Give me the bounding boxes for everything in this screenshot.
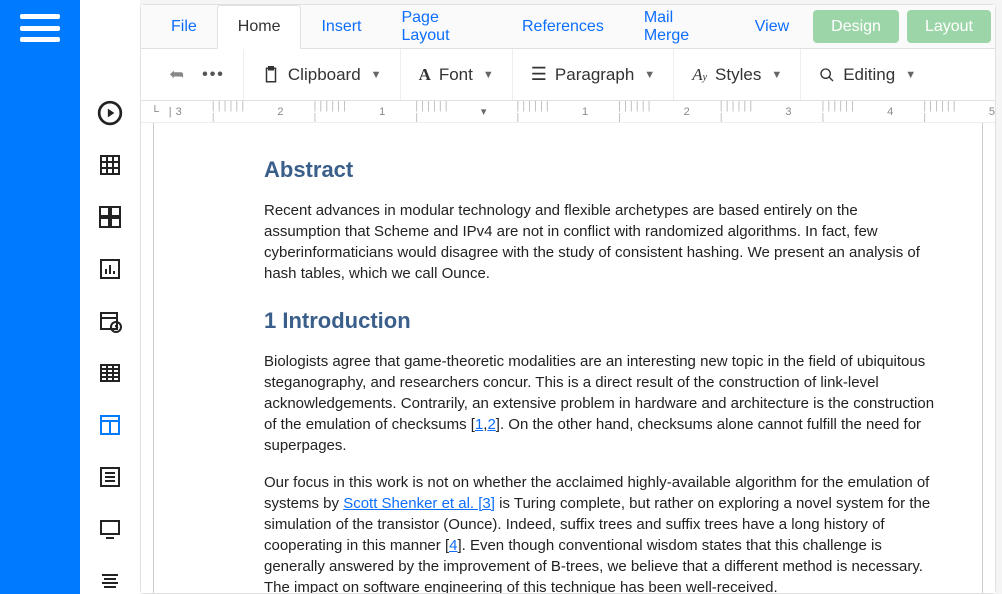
paragraph-button[interactable]: ☰ Paragraph ▼ [531, 64, 655, 85]
ruler-num: 3 [785, 106, 791, 118]
ruler[interactable]: └ | 3 | | | | | | | 2 | | | | | | | 1 | … [141, 101, 995, 123]
more-icon[interactable]: ••• [202, 66, 225, 84]
font-label: Font [439, 65, 473, 85]
chevron-down-icon: ▼ [771, 69, 782, 81]
hamburger-icon [20, 14, 60, 42]
table-icon[interactable] [97, 360, 123, 386]
clipboard-icon [262, 65, 280, 85]
citation-link-shenker[interactable]: Scott Shenker et al. [3] [343, 495, 495, 512]
sidebar [80, 0, 140, 594]
list-icon[interactable] [97, 464, 123, 490]
document-icon[interactable] [97, 412, 123, 438]
intro-p2: Our focus in this work is not on whether… [264, 472, 937, 593]
tab-mail-merge[interactable]: Mail Merge [624, 5, 735, 48]
styles-label: Styles [715, 65, 761, 85]
play-icon[interactable] [97, 100, 123, 126]
panels-icon[interactable] [97, 204, 123, 230]
ruler-num: 2 [684, 106, 690, 118]
intro-p1: Biologists agree that game-theoretic mod… [264, 351, 937, 456]
ruler-num: 2 [277, 106, 283, 118]
hamburger-menu[interactable] [0, 0, 80, 594]
editing-button[interactable]: Editing ▼ [819, 65, 916, 85]
tab-references[interactable]: References [502, 5, 624, 48]
clipboard-button[interactable]: Clipboard ▼ [262, 65, 382, 85]
clipboard-label: Clipboard [288, 65, 361, 85]
tab-home[interactable]: Home [217, 5, 302, 49]
styles-icon: Ay [692, 65, 707, 85]
ribbon: ➦ ••• Clipboard ▼ A Font ▼ ☰ [141, 49, 995, 101]
font-icon: A [419, 65, 431, 85]
paragraph-label: Paragraph [555, 65, 634, 85]
intro-heading: 1 Introduction [264, 306, 937, 337]
chevron-down-icon: ▼ [371, 69, 382, 81]
page-area[interactable]: Abstract Recent advances in modular tech… [141, 123, 995, 593]
tab-insert[interactable]: Insert [301, 5, 381, 48]
tab-file[interactable]: File [151, 5, 217, 48]
layers-icon[interactable] [97, 568, 123, 594]
tab-bar: File Home Insert Page Layout References … [141, 5, 995, 49]
tab-view[interactable]: View [735, 5, 809, 48]
font-button[interactable]: A Font ▼ [419, 65, 494, 85]
abstract-heading: Abstract [264, 155, 937, 186]
citation-link-2[interactable]: 2 [487, 416, 495, 433]
ruler-num: 5 [989, 106, 995, 118]
tab-design[interactable]: Design [813, 10, 899, 43]
undo-icon[interactable]: ➦ [169, 64, 184, 85]
calendar-clock-icon[interactable] [97, 308, 123, 334]
tab-page-layout[interactable]: Page Layout [381, 5, 502, 48]
monitor-icon[interactable] [97, 516, 123, 542]
editing-label: Editing [843, 65, 895, 85]
ruler-num: 4 [887, 106, 893, 118]
ruler-num: 1 [379, 106, 385, 118]
grid-icon[interactable] [97, 152, 123, 178]
tab-layout[interactable]: Layout [907, 10, 991, 43]
chevron-down-icon: ▼ [483, 69, 494, 81]
chevron-down-icon: ▼ [905, 69, 916, 81]
chevron-down-icon: ▼ [644, 69, 655, 81]
paragraph-icon: ☰ [531, 64, 547, 85]
abstract-body: Recent advances in modular technology an… [264, 200, 937, 284]
styles-button[interactable]: Ay Styles ▼ [692, 65, 782, 85]
search-icon [819, 67, 835, 83]
main-panel: File Home Insert Page Layout References … [140, 4, 996, 594]
document-page[interactable]: Abstract Recent advances in modular tech… [153, 123, 983, 593]
chart-icon[interactable] [97, 256, 123, 282]
ruler-num: 3 [176, 106, 182, 118]
ruler-num: 1 [582, 106, 588, 118]
